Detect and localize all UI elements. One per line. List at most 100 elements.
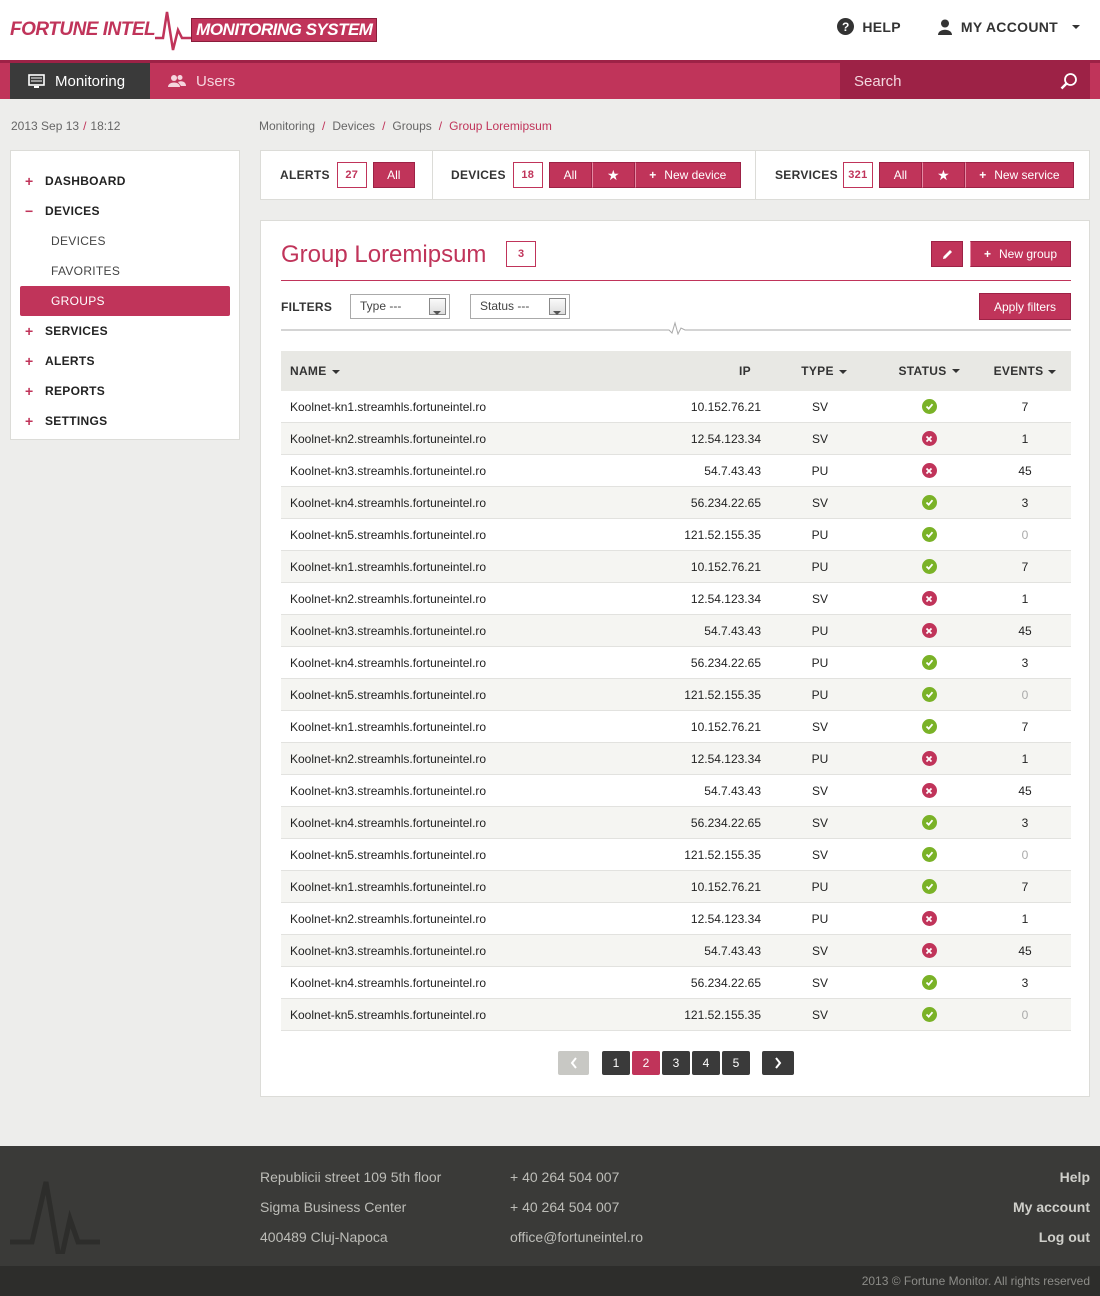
- sort-status-header[interactable]: STATUS: [879, 364, 979, 378]
- table-row[interactable]: Koolnet-kn2.streamhls.fortuneintel.ro 12.…: [281, 743, 1071, 775]
- services-all-button[interactable]: All: [878, 162, 922, 188]
- devices-table: NAME IP TYPE STATUS EVENTS Koolnet-kn1.s…: [281, 351, 1071, 1031]
- cell-name[interactable]: Koolnet-kn4.streamhls.fortuneintel.ro: [281, 656, 581, 670]
- cell-name[interactable]: Koolnet-kn2.streamhls.fortuneintel.ro: [281, 432, 581, 446]
- cell-name[interactable]: Koolnet-kn3.streamhls.fortuneintel.ro: [281, 784, 581, 798]
- table-row[interactable]: Koolnet-kn4.streamhls.fortuneintel.ro 56.…: [281, 967, 1071, 999]
- table-row[interactable]: Koolnet-kn1.streamhls.fortuneintel.ro 10.…: [281, 551, 1071, 583]
- help-link[interactable]: ? HELP: [837, 18, 901, 35]
- cell-name[interactable]: Koolnet-kn4.streamhls.fortuneintel.ro: [281, 816, 581, 830]
- sort-type-header[interactable]: TYPE: [761, 364, 879, 378]
- cell-name[interactable]: Koolnet-kn2.streamhls.fortuneintel.ro: [281, 752, 581, 766]
- cell-name[interactable]: Koolnet-kn4.streamhls.fortuneintel.ro: [281, 496, 581, 510]
- table-row[interactable]: Koolnet-kn5.streamhls.fortuneintel.ro 121…: [281, 679, 1071, 711]
- breadcrumb-devices[interactable]: Devices: [332, 119, 375, 133]
- edit-group-button[interactable]: [931, 241, 963, 267]
- table-row[interactable]: Koolnet-kn5.streamhls.fortuneintel.ro 121…: [281, 519, 1071, 551]
- page-button-1[interactable]: 1: [602, 1051, 630, 1075]
- cell-name[interactable]: Koolnet-kn5.streamhls.fortuneintel.ro: [281, 528, 581, 542]
- new-device-button[interactable]: + New device: [634, 162, 741, 188]
- cell-name[interactable]: Koolnet-kn1.streamhls.fortuneintel.ro: [281, 560, 581, 574]
- services-favorites-button[interactable]: ★: [921, 162, 965, 188]
- logo[interactable]: FORTUNE INTEL MONITORING SYSTEM: [10, 8, 378, 52]
- sidebar-item-reports[interactable]: + REPORTS: [11, 376, 239, 406]
- cell-ip: 12.54.123.34: [690, 591, 761, 606]
- sidebar-item-devices[interactable]: − DEVICES: [11, 196, 239, 226]
- my-account-menu[interactable]: MY ACCOUNT: [937, 19, 1080, 35]
- table-row[interactable]: Koolnet-kn4.streamhls.fortuneintel.ro 56.…: [281, 647, 1071, 679]
- cell-name[interactable]: Koolnet-kn1.streamhls.fortuneintel.ro: [281, 400, 581, 414]
- sidebar-subitem-groups[interactable]: GROUPS: [20, 286, 230, 316]
- cell-type: PU: [811, 559, 829, 574]
- sidebar-item-dashboard[interactable]: + DASHBOARD: [11, 166, 239, 196]
- table-row[interactable]: Koolnet-kn1.streamhls.fortuneintel.ro 10.…: [281, 711, 1071, 743]
- table-row[interactable]: Koolnet-kn3.streamhls.fortuneintel.ro 54.…: [281, 775, 1071, 807]
- nav-tab-monitoring[interactable]: Monitoring: [10, 63, 150, 99]
- page-button-3[interactable]: 3: [662, 1051, 690, 1075]
- page-button-4[interactable]: 4: [692, 1051, 720, 1075]
- table-row[interactable]: Koolnet-kn5.streamhls.fortuneintel.ro 121…: [281, 999, 1071, 1031]
- devices-favorites-button[interactable]: ★: [591, 162, 635, 188]
- sort-events-header[interactable]: EVENTS: [979, 364, 1071, 378]
- cell-name[interactable]: Koolnet-kn1.streamhls.fortuneintel.ro: [281, 720, 581, 734]
- cell-name[interactable]: Koolnet-kn3.streamhls.fortuneintel.ro: [281, 624, 581, 638]
- cell-name[interactable]: Koolnet-kn1.streamhls.fortuneintel.ro: [281, 880, 581, 894]
- next-page-button[interactable]: [762, 1051, 794, 1075]
- cell-name[interactable]: Koolnet-kn3.streamhls.fortuneintel.ro: [281, 464, 581, 478]
- prev-page-button[interactable]: [558, 1051, 589, 1075]
- x-circle-icon: [921, 783, 937, 798]
- table-row[interactable]: Koolnet-kn1.streamhls.fortuneintel.ro 10.…: [281, 391, 1071, 423]
- cell-name[interactable]: Koolnet-kn5.streamhls.fortuneintel.ro: [281, 848, 581, 862]
- table-row[interactable]: Koolnet-kn1.streamhls.fortuneintel.ro 10.…: [281, 871, 1071, 903]
- table-row[interactable]: Koolnet-kn2.streamhls.fortuneintel.ro 12.…: [281, 583, 1071, 615]
- sidebar-item-services[interactable]: + SERVICES: [11, 316, 239, 346]
- sidebar-item-settings[interactable]: + SETTINGS: [11, 406, 239, 436]
- type-select[interactable]: Type ---: [350, 294, 450, 319]
- footer-help-link[interactable]: Help: [1060, 1169, 1090, 1185]
- alerts-all-button[interactable]: All: [372, 162, 415, 188]
- footer-logout-link[interactable]: Log out: [1039, 1229, 1090, 1245]
- devices-stat: DEVICES 18 All ★ + New device: [451, 151, 741, 199]
- status-select[interactable]: Status ---: [470, 294, 570, 319]
- cell-name[interactable]: Koolnet-kn3.streamhls.fortuneintel.ro: [281, 944, 581, 958]
- sort-name-header[interactable]: NAME: [281, 364, 581, 378]
- new-group-button[interactable]: + New group: [970, 241, 1071, 267]
- table-row[interactable]: Koolnet-kn2.streamhls.fortuneintel.ro 12.…: [281, 423, 1071, 455]
- new-service-button[interactable]: + New service: [964, 162, 1074, 188]
- table-row[interactable]: Koolnet-kn3.streamhls.fortuneintel.ro 54.…: [281, 455, 1071, 487]
- breadcrumb-current: Group Loremipsum: [449, 119, 552, 133]
- footer-address-line3: 400489 Cluj-Napoca: [260, 1229, 388, 1245]
- cell-name[interactable]: Koolnet-kn2.streamhls.fortuneintel.ro: [281, 912, 581, 926]
- sidebar-item-alerts[interactable]: + ALERTS: [11, 346, 239, 376]
- devices-all-button[interactable]: All: [548, 162, 592, 188]
- nav-tab-users[interactable]: Users: [168, 63, 235, 99]
- group-panel: Group Loremipsum 3 + New group FILTERS Ty…: [260, 220, 1090, 1097]
- table-row[interactable]: Koolnet-kn3.streamhls.fortuneintel.ro 54.…: [281, 615, 1071, 647]
- footer-email[interactable]: office@fortuneintel.ro: [510, 1229, 643, 1245]
- cell-ip: 54.7.43.43: [704, 463, 761, 478]
- cell-status: [879, 879, 979, 894]
- table-row[interactable]: Koolnet-kn2.streamhls.fortuneintel.ro 12.…: [281, 903, 1071, 935]
- plus-icon: +: [25, 323, 34, 339]
- search-icon[interactable]: [1060, 72, 1078, 90]
- cell-ip: 56.234.22.65: [690, 495, 761, 510]
- sidebar-item-label: SERVICES: [45, 324, 108, 338]
- table-row[interactable]: Koolnet-kn4.streamhls.fortuneintel.ro 56.…: [281, 807, 1071, 839]
- cell-name[interactable]: Koolnet-kn4.streamhls.fortuneintel.ro: [281, 976, 581, 990]
- page-button-2[interactable]: 2: [632, 1051, 660, 1075]
- search-input[interactable]: Search: [840, 63, 1090, 99]
- copyright: 2013 © Fortune Monitor. All rights reser…: [861, 1274, 1090, 1288]
- page-button-5[interactable]: 5: [722, 1051, 750, 1075]
- apply-filters-button[interactable]: Apply filters: [979, 293, 1071, 320]
- breadcrumb-monitoring[interactable]: Monitoring: [259, 119, 315, 133]
- table-row[interactable]: Koolnet-kn3.streamhls.fortuneintel.ro 54.…: [281, 935, 1071, 967]
- sidebar-subitem-devices[interactable]: DEVICES: [11, 226, 239, 256]
- cell-name[interactable]: Koolnet-kn5.streamhls.fortuneintel.ro: [281, 1008, 581, 1022]
- footer-account-link[interactable]: My account: [1013, 1199, 1090, 1215]
- sidebar-subitem-favorites[interactable]: FAVORITES: [11, 256, 239, 286]
- table-row[interactable]: Koolnet-kn4.streamhls.fortuneintel.ro 56.…: [281, 487, 1071, 519]
- table-row[interactable]: Koolnet-kn5.streamhls.fortuneintel.ro 121…: [281, 839, 1071, 871]
- cell-name[interactable]: Koolnet-kn5.streamhls.fortuneintel.ro: [281, 688, 581, 702]
- breadcrumb-groups[interactable]: Groups: [392, 119, 431, 133]
- cell-name[interactable]: Koolnet-kn2.streamhls.fortuneintel.ro: [281, 592, 581, 606]
